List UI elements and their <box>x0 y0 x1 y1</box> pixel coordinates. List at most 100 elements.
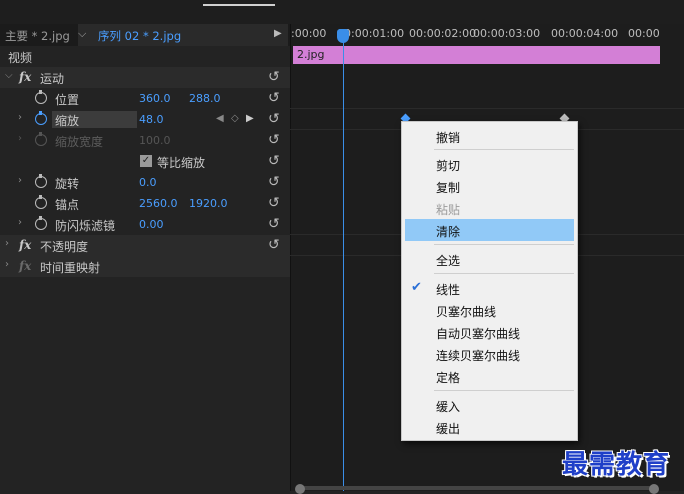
reset-icon[interactable]: ↺ <box>268 69 280 85</box>
menu-item-undo[interactable]: 撤销 <box>402 125 577 147</box>
expand-icon[interactable]: › <box>18 112 22 123</box>
reset-icon[interactable]: ↺ <box>268 132 280 148</box>
horizontal-zoom-scrollbar[interactable] <box>300 486 654 490</box>
stopwatch-icon[interactable] <box>35 111 47 125</box>
rotation-label: 旋转 <box>55 177 80 191</box>
menu-separator <box>434 149 574 150</box>
reset-icon[interactable]: ↺ <box>268 153 280 169</box>
menu-item-continuous-bezier[interactable]: 连续贝塞尔曲线 <box>402 343 577 365</box>
zoom-handle-left[interactable] <box>295 484 305 494</box>
stopwatch-icon[interactable] <box>35 174 47 188</box>
scale-value[interactable]: 48.0 <box>139 113 164 126</box>
menu-item-ease-out[interactable]: 缓出 <box>402 416 577 438</box>
ruler-tick: :00:00 <box>291 27 327 40</box>
menu-separator <box>434 273 574 274</box>
anchor-y-value[interactable]: 1920.0 <box>189 197 228 210</box>
property-row-rotation: › 旋转 0.0 ↺ <box>0 172 290 193</box>
collapse-icon[interactable]: ⌵ <box>5 70 13 81</box>
clip-bar[interactable]: 2.jpg <box>293 46 660 64</box>
stopwatch-icon[interactable] <box>35 216 47 230</box>
menu-item-bezier[interactable]: 贝塞尔曲线 <box>402 299 577 321</box>
menu-item-cut[interactable]: 剪切 <box>402 153 577 175</box>
property-row-uniform-scale: ✓ 等比缩放 ↺ <box>0 151 290 172</box>
reset-icon[interactable]: ↺ <box>268 90 280 106</box>
effect-row-time-remap[interactable]: › fx 时间重映射 <box>0 256 290 277</box>
position-label: 位置 <box>55 93 80 107</box>
fx-icon[interactable]: fx <box>19 70 31 84</box>
uniform-scale-label: 等比缩放 <box>157 156 206 170</box>
stopwatch-icon[interactable] <box>35 90 47 104</box>
expand-icon[interactable]: › <box>18 175 22 186</box>
rotation-value[interactable]: 0.0 <box>139 176 157 189</box>
playhead-handle[interactable] <box>337 29 349 43</box>
video-section-header: 视频 <box>0 46 290 67</box>
antiflicker-value[interactable]: 0.00 <box>139 218 164 231</box>
property-row-position: 位置 360.0 288.0 ↺ <box>0 88 290 109</box>
active-panel-tab-indicator <box>203 4 275 6</box>
position-x-value[interactable]: 360.0 <box>139 92 171 105</box>
ruler-tick: 00:00:04:00 <box>551 27 619 40</box>
sequence-bar: 主要 * 2.jpg ⌵ 序列 02 * 2.jpg ▶ <box>0 24 290 46</box>
position-y-value[interactable]: 288.0 <box>189 92 221 105</box>
menu-item-paste: 粘贴 <box>436 203 461 217</box>
clip-label: 2.jpg <box>297 48 325 61</box>
reset-icon[interactable]: ↺ <box>268 111 280 127</box>
checkmark-icon: ✔ <box>411 280 422 295</box>
next-keyframe-icon[interactable]: ▶ <box>246 113 254 124</box>
menu-separator <box>434 244 574 245</box>
add-keyframe-icon[interactable]: ◇ <box>231 113 239 124</box>
menu-item-ease-in[interactable]: 缓入 <box>402 394 577 416</box>
video-header-label: 视频 <box>8 51 33 65</box>
watermark-logo: 最需教育 <box>562 450 671 480</box>
expand-icon[interactable]: › <box>18 217 22 228</box>
expand-icon[interactable]: › <box>5 238 9 249</box>
menu-separator <box>434 390 574 391</box>
scale-width-value: 100.0 <box>139 134 171 147</box>
scale-width-label: 缩放宽度 <box>55 135 104 149</box>
anchor-label: 锚点 <box>55 198 80 212</box>
sequence-clip-label[interactable]: 序列 02 * 2.jpg <box>98 28 181 44</box>
panel-tab-strip <box>0 0 684 25</box>
expand-icon[interactable]: › <box>5 259 9 270</box>
ruler-tick: 00:00:03:00 <box>473 27 541 40</box>
fx-icon: fx <box>19 259 32 273</box>
menu-item-auto-bezier[interactable]: 自动贝塞尔曲线 <box>402 321 577 343</box>
fx-icon[interactable]: fx <box>19 238 31 252</box>
ruler-tick: 00:00 <box>628 27 660 40</box>
chevron-down-icon[interactable]: ⌵ <box>78 27 86 41</box>
scale-label: 缩放 <box>55 114 80 128</box>
reset-icon[interactable]: ↺ <box>268 216 280 232</box>
stopwatch-icon[interactable] <box>35 195 47 209</box>
menu-item-select-all[interactable]: 全选 <box>402 248 577 270</box>
play-arrow-icon[interactable]: ▶ <box>274 28 282 39</box>
property-row-antiflicker: › 防闪烁滤镜 0.00 ↺ <box>0 214 290 235</box>
uniform-scale-checkbox[interactable]: ✓ <box>140 155 152 167</box>
menu-item-linear[interactable]: ✔ 线性 <box>402 277 577 299</box>
keyframe-context-menu: 撤销 剪切 复制 粘贴 清除 全选 ✔ 线性 贝塞尔曲线 自动贝塞尔曲线 连续贝… <box>401 121 578 441</box>
effect-row-motion[interactable]: ⌵ fx 运动 ↺ <box>0 67 290 88</box>
antiflicker-label: 防闪烁滤镜 <box>55 219 116 233</box>
menu-item-hold[interactable]: 定格 <box>402 365 577 387</box>
playhead-line[interactable] <box>343 34 344 491</box>
menu-item-clear[interactable]: 清除 <box>405 219 574 241</box>
opacity-label: 不透明度 <box>40 240 89 254</box>
property-row-anchor: 锚点 2560.0 1920.0 ↺ <box>0 193 290 214</box>
row-divider <box>290 108 684 109</box>
anchor-x-value[interactable]: 2560.0 <box>139 197 178 210</box>
ruler-tick: 00:00:02:00 <box>409 27 477 40</box>
expand-icon: › <box>18 133 22 144</box>
time-ruler[interactable]: :00:00 00:00:01:00 00:00:02:00 00:00:03:… <box>291 24 684 44</box>
property-row-scale: › 缩放 48.0 ◀ ◇ ▶ ↺ <box>0 109 290 130</box>
effect-controls-panel: 主要 * 2.jpg ⌵ 序列 02 * 2.jpg ▶ 视频 ⌵ fx 运动 … <box>0 24 290 491</box>
effect-row-opacity[interactable]: › fx 不透明度 ↺ <box>0 235 290 256</box>
time-remap-label: 时间重映射 <box>40 261 101 275</box>
zoom-handle-right[interactable] <box>649 484 659 494</box>
reset-icon[interactable]: ↺ <box>268 174 280 190</box>
reset-icon[interactable]: ↺ <box>268 237 280 253</box>
reset-icon[interactable]: ↺ <box>268 195 280 211</box>
motion-label: 运动 <box>40 72 65 86</box>
property-row-scale-width: › 缩放宽度 100.0 ↺ <box>0 130 290 151</box>
menu-item-copy[interactable]: 复制 <box>402 175 577 197</box>
prev-keyframe-icon[interactable]: ◀ <box>216 113 224 124</box>
master-clip-label[interactable]: 主要 * 2.jpg <box>5 28 70 44</box>
